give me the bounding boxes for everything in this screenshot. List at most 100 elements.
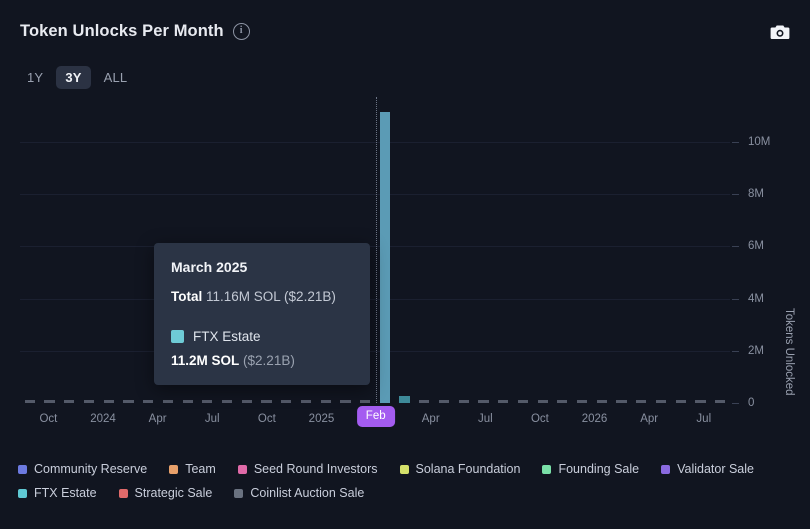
- legend-item[interactable]: FTX Estate: [18, 486, 97, 500]
- chart-bar[interactable]: [64, 400, 74, 403]
- chart-bar[interactable]: [281, 400, 291, 403]
- legend-item[interactable]: Seed Round Investors: [238, 462, 378, 476]
- legend-item[interactable]: Solana Foundation: [400, 462, 521, 476]
- chart-bar[interactable]: [340, 400, 350, 403]
- chart-bar[interactable]: [360, 400, 370, 403]
- y-tick-label: 0: [748, 397, 754, 409]
- chart-bar[interactable]: [143, 400, 153, 403]
- legend-label: Founding Sale: [558, 462, 639, 476]
- chart-bar[interactable]: [459, 400, 469, 403]
- legend-item[interactable]: Community Reserve: [18, 462, 147, 476]
- chart-bar[interactable]: [676, 400, 686, 403]
- chart-bar[interactable]: [597, 400, 607, 403]
- chart-plot-area[interactable]: 02M4M6M8M10M Oct2024AprJulOct2025FebAprJ…: [20, 100, 730, 403]
- chart-bar[interactable]: [715, 400, 725, 403]
- tooltip-month: March 2025: [171, 259, 353, 275]
- legend-swatch: [18, 465, 27, 474]
- legend-swatch: [18, 489, 27, 498]
- legend-item[interactable]: Founding Sale: [542, 462, 639, 476]
- chart-tooltip: March 2025 Total 11.16M SOL ($2.21B) FTX…: [154, 243, 370, 385]
- x-tick-label: Jul: [478, 413, 493, 425]
- chart-bar[interactable]: [577, 400, 587, 403]
- x-tick-label: Oct: [258, 413, 276, 425]
- card-header: Token Unlocks Per Month i: [0, 0, 810, 58]
- tooltip-series-usd: ($2.21B): [243, 353, 295, 368]
- chart-bar[interactable]: [104, 400, 114, 403]
- chart-bar[interactable]: [163, 400, 173, 403]
- legend-label: Validator Sale: [677, 462, 754, 476]
- tooltip-total-value: 11.16M SOL ($2.21B): [206, 289, 336, 304]
- chart-bar[interactable]: [321, 400, 331, 403]
- legend-swatch: [238, 465, 247, 474]
- tooltip-total-label: Total: [171, 289, 202, 304]
- range-button-3y[interactable]: 3Y: [56, 66, 90, 89]
- x-tick-label: 2025: [309, 413, 335, 425]
- chart-bar[interactable]: [242, 400, 252, 403]
- chart-bar[interactable]: [538, 400, 548, 403]
- title-row: Token Unlocks Per Month i: [20, 22, 250, 41]
- chart-bar[interactable]: [636, 400, 646, 403]
- chart-bar[interactable]: [84, 400, 94, 403]
- chart-bar[interactable]: [498, 400, 508, 403]
- chart-bar[interactable]: [202, 400, 212, 403]
- y-tick-label: 10M: [748, 136, 770, 148]
- page-title: Token Unlocks Per Month: [20, 22, 224, 41]
- legend-item[interactable]: Team: [169, 462, 216, 476]
- legend-swatch: [169, 465, 178, 474]
- camera-icon[interactable]: [768, 20, 792, 42]
- legend-label: Solana Foundation: [416, 462, 521, 476]
- legend-item[interactable]: Strategic Sale: [119, 486, 213, 500]
- y-tick-label: 2M: [748, 345, 764, 357]
- legend-label: Team: [185, 462, 216, 476]
- legend-swatch: [542, 465, 551, 474]
- chart-bar[interactable]: [301, 400, 311, 403]
- x-tick-label: Jul: [696, 413, 711, 425]
- x-tick-label: 2026: [582, 413, 608, 425]
- tooltip-series-tokens: 11.2M SOL: [171, 353, 239, 368]
- legend-item[interactable]: Coinlist Auction Sale: [234, 486, 364, 500]
- legend-swatch: [234, 489, 243, 498]
- y-tick-label: 8M: [748, 188, 764, 200]
- chart-bar[interactable]: [222, 400, 232, 403]
- tooltip-series-swatch: [171, 330, 184, 343]
- tooltip-series-row: FTX Estate: [171, 329, 353, 344]
- tooltip-series-value: 11.2M SOL ($2.21B): [171, 353, 353, 368]
- chart-bar[interactable]: [616, 400, 626, 403]
- legend-swatch: [119, 489, 128, 498]
- legend-label: Strategic Sale: [135, 486, 213, 500]
- chart-bar[interactable]: [557, 400, 567, 403]
- chart-bar[interactable]: [380, 112, 390, 404]
- chart-bar[interactable]: [518, 400, 528, 403]
- legend-label: Community Reserve: [34, 462, 147, 476]
- chart-bar[interactable]: [183, 400, 193, 403]
- chart-bar[interactable]: [25, 400, 35, 403]
- chart-bar[interactable]: [439, 400, 449, 403]
- range-selector[interactable]: 1Y 3Y ALL: [18, 66, 136, 89]
- y-tick-mark: [732, 299, 739, 300]
- legend-swatch: [400, 465, 409, 474]
- chart-bar[interactable]: [656, 400, 666, 403]
- crosshair-line: [376, 97, 377, 403]
- x-tick-label: Apr: [422, 413, 440, 425]
- y-tick-mark: [732, 194, 739, 195]
- info-icon[interactable]: i: [233, 23, 250, 40]
- chart-bar[interactable]: [261, 400, 271, 403]
- y-axis-title: Tokens Unlocked: [783, 308, 795, 396]
- range-button-all[interactable]: ALL: [95, 66, 137, 89]
- highlighted-month-badge[interactable]: Feb: [357, 406, 395, 427]
- tooltip-series-name: FTX Estate: [193, 329, 261, 344]
- x-tick-label: Oct: [39, 413, 57, 425]
- chart-bar[interactable]: [123, 400, 133, 403]
- range-button-1y[interactable]: 1Y: [18, 66, 52, 89]
- tooltip-total: Total 11.16M SOL ($2.21B): [171, 289, 353, 304]
- chart-bar[interactable]: [478, 400, 488, 403]
- chart-bar[interactable]: [399, 396, 409, 403]
- chart-bar[interactable]: [44, 400, 54, 403]
- x-tick-label: Jul: [205, 413, 220, 425]
- x-tick-label: Apr: [149, 413, 167, 425]
- chart-bar[interactable]: [695, 400, 705, 403]
- chart-bar[interactable]: [419, 400, 429, 403]
- x-tick-label: Oct: [531, 413, 549, 425]
- chart-legend[interactable]: Community Reserve Team Seed Round Investor…: [18, 462, 798, 500]
- legend-item[interactable]: Validator Sale: [661, 462, 754, 476]
